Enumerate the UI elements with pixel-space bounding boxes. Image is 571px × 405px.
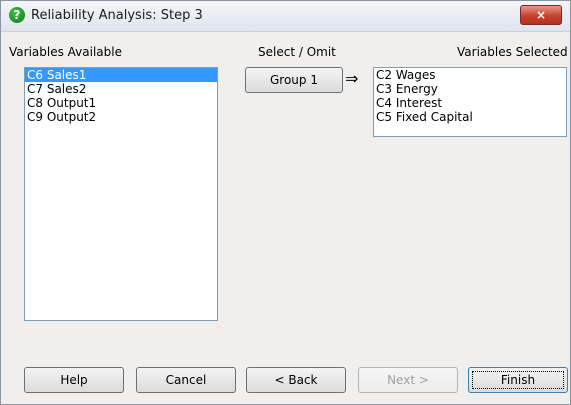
- close-button[interactable]: ×: [520, 5, 562, 25]
- help-button-label: Help: [60, 373, 88, 387]
- help-icon: ?: [9, 7, 25, 23]
- next-button-label: Next >: [387, 373, 429, 387]
- title-bar: ? Reliability Analysis: Step 3 ×: [1, 1, 570, 32]
- help-button[interactable]: Help: [24, 367, 124, 393]
- list-item[interactable]: C8 Output1: [25, 96, 217, 110]
- variables-selected-list[interactable]: C2 Wages C3 Energy C4 Interest C5 Fixed Cap…: [373, 67, 567, 137]
- group-1-button-label: Group 1: [270, 73, 318, 87]
- list-item[interactable]: C9 Output2: [25, 110, 217, 124]
- back-button-label: < Back: [274, 373, 318, 387]
- group-1-button[interactable]: Group 1: [245, 67, 343, 93]
- next-button[interactable]: Next >: [358, 367, 458, 393]
- cancel-button[interactable]: Cancel: [136, 367, 236, 393]
- variables-available-label: Variables Available: [9, 45, 122, 59]
- select-omit-label: Select / Omit: [258, 45, 336, 59]
- list-item[interactable]: C3 Energy: [374, 82, 566, 96]
- list-item[interactable]: C7 Sales2: [25, 82, 217, 96]
- list-item[interactable]: C6 Sales1: [25, 68, 217, 82]
- back-button[interactable]: < Back: [246, 367, 346, 393]
- variables-selected-label: Variables Selected: [457, 45, 568, 59]
- list-item[interactable]: C5 Fixed Capital: [374, 110, 566, 124]
- finish-button[interactable]: Finish: [468, 367, 568, 393]
- right-arrow-icon: ⇒: [345, 69, 359, 88]
- variables-available-list[interactable]: C6 Sales1 C7 Sales2 C8 Output1 C9 Output2: [24, 67, 218, 321]
- list-item[interactable]: C2 Wages: [374, 68, 566, 82]
- cancel-button-label: Cancel: [165, 373, 207, 387]
- dialog-window: ? Reliability Analysis: Step 3 × Variabl…: [0, 0, 571, 405]
- list-item[interactable]: C4 Interest: [374, 96, 566, 110]
- window-title: Reliability Analysis: Step 3: [31, 8, 203, 23]
- finish-button-label: Finish: [500, 373, 536, 387]
